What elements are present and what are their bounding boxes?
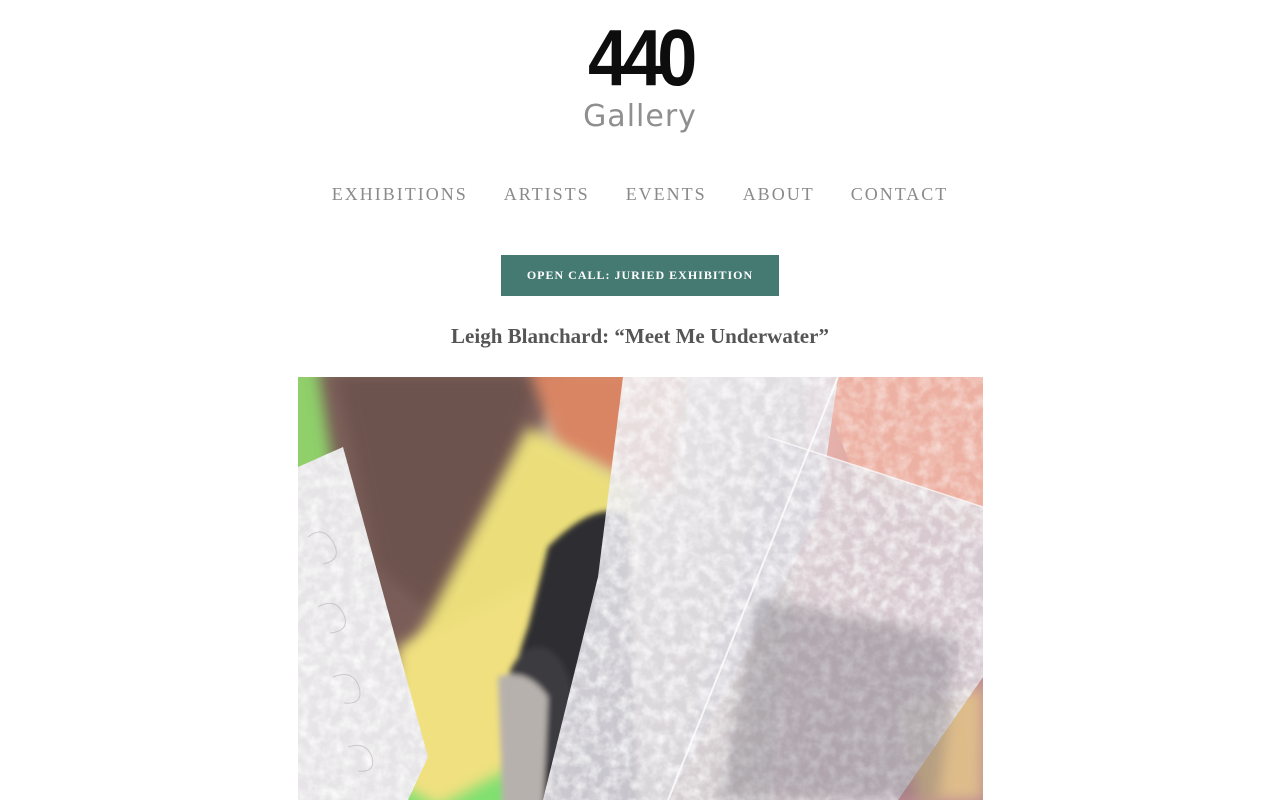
feature-artwork-image[interactable] (298, 377, 983, 800)
nav-item-events[interactable]: EVENTS (626, 182, 707, 206)
logo-number: 440 (588, 13, 697, 102)
artwork-photo (298, 377, 983, 800)
nav-item-artists[interactable]: ARTISTS (504, 182, 590, 206)
open-call-button[interactable]: OPEN CALL: JURIED EXHIBITION (501, 255, 779, 296)
nav-item-contact[interactable]: CONTACT (851, 182, 949, 206)
gallery-logo[interactable]: 440 Gallery (560, 13, 720, 132)
nav-item-exhibitions[interactable]: EXHIBITIONS (332, 182, 468, 206)
main-nav: EXHIBITIONS ARTISTS EVENTS ABOUT CONTACT (0, 182, 1280, 206)
logo-word: Gallery (583, 99, 697, 134)
feature-title[interactable]: Leigh Blanchard: “Meet Me Underwater” (0, 322, 1280, 350)
nav-item-about[interactable]: ABOUT (743, 182, 815, 206)
